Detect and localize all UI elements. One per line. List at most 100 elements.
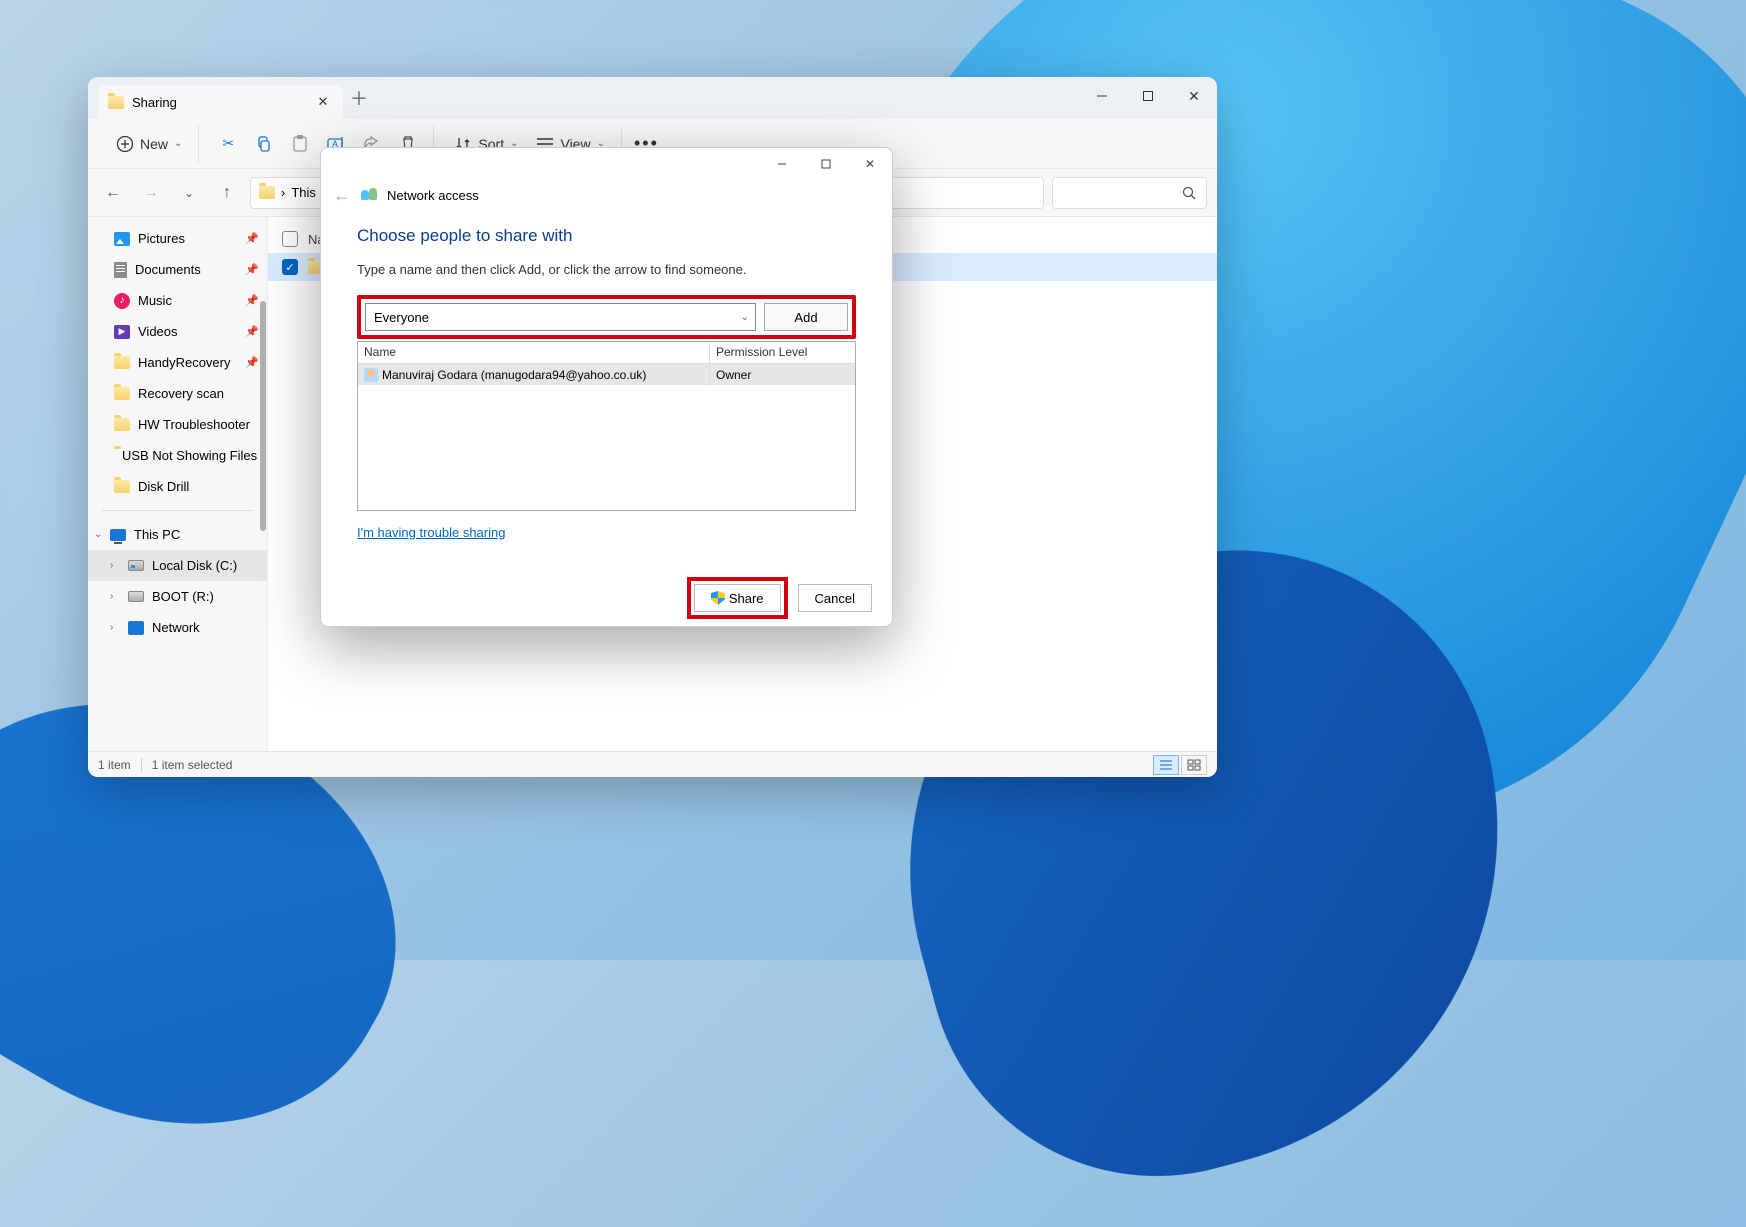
add-button[interactable]: Add [764,303,848,331]
close-tab-button[interactable]: ✕ [313,94,333,110]
column-header-name[interactable]: Name [358,342,710,363]
scrollbar-thumb[interactable] [260,301,266,531]
search-icon [1182,186,1196,200]
dialog-minimize-button[interactable] [760,149,804,179]
paste-button[interactable] [283,127,317,161]
network-icon [128,621,144,635]
sidebar-item-pictures[interactable]: Pictures 📌 [88,223,267,254]
maximize-button[interactable] [1125,77,1171,115]
sidebar-label: HandyRecovery [138,355,231,370]
this-pc-icon [110,529,126,541]
sidebar-label: Disk Drill [138,479,189,494]
sidebar-item-local-disk[interactable]: › Local Disk (C:) [88,550,267,581]
folder-icon [114,480,130,493]
item-count: 1 item [98,758,131,772]
sidebar-scrollbar[interactable] [259,221,267,747]
sidebar-label: HW Troubleshooter [138,417,250,432]
chevron-down-icon: ⌄ [174,138,182,149]
sidebar-item-music[interactable]: ♪Music📌 [88,285,267,316]
dialog-back-button[interactable]: ← [333,185,351,206]
selected-count: 1 item selected [152,758,233,772]
back-button[interactable]: ← [98,178,128,208]
folder-icon [114,418,130,431]
music-icon: ♪ [114,293,130,309]
sidebar-label: Videos [138,324,178,339]
sidebar-label: This PC [134,527,180,542]
sidebar-label: Pictures [138,231,185,246]
sidebar-item-usb-not-showing[interactable]: USB Not Showing Files [88,440,267,471]
dialog-footer: Share Cancel [321,570,892,626]
navigation-pane: Pictures 📌 Documents📌 ♪Music📌 ▶Videos📌 Ha… [88,217,268,751]
dialog-close-button[interactable]: ✕ [848,149,892,179]
share-label: Share [729,591,764,606]
up-button[interactable]: ↑ [212,178,242,208]
new-label: New [140,136,168,152]
folder-icon [108,96,124,109]
cut-button[interactable]: ✂ [211,127,245,161]
sidebar-item-documents[interactable]: Documents📌 [88,254,267,285]
copy-button[interactable] [247,127,281,161]
sidebar-item-hw-troubleshooter[interactable]: HW Troubleshooter [88,409,267,440]
forward-button[interactable]: → [136,178,166,208]
shield-icon [711,591,725,605]
pin-icon: 📌 [245,294,259,307]
minimize-button[interactable] [1079,77,1125,115]
people-combobox[interactable]: Everyone ⌄ [365,303,756,331]
copy-icon [255,135,273,153]
pin-icon: 📌 [245,263,259,276]
close-button[interactable]: ✕ [1171,77,1217,115]
column-header-permission[interactable]: Permission Level [710,342,855,363]
chevron-down-icon[interactable]: ⌄ [94,529,102,540]
pin-icon: 📌 [245,232,259,245]
documents-icon [114,262,127,278]
pictures-icon [114,232,130,246]
chevron-right-icon[interactable]: › [110,560,113,571]
chevron-right-icon[interactable]: › [110,591,113,602]
dialog-heading: Choose people to share with [357,226,856,246]
details-view-button[interactable] [1153,755,1179,775]
table-row[interactable]: Manuviraj Godara (manugodara94@yahoo.co.… [358,364,855,385]
sidebar-label: BOOT (R:) [152,589,214,604]
tab-title: Sharing [132,95,177,110]
recent-dropdown[interactable]: ⌄ [174,178,204,208]
people-icon [361,188,377,202]
row-permission: Owner [710,364,855,385]
explorer-tab[interactable]: Sharing ✕ [98,85,343,119]
titlebar: Sharing ✕ ＋ ✕ [88,77,1217,119]
user-icon [364,368,378,382]
search-box[interactable] [1052,177,1207,209]
highlight-share-button: Share [687,577,788,619]
select-all-checkbox[interactable] [282,231,298,247]
dialog-maximize-button[interactable] [804,149,848,179]
highlight-add-row: Everyone ⌄ Add [357,295,856,339]
sidebar-item-network[interactable]: ›Network [88,612,267,643]
chevron-down-icon[interactable]: ⌄ [741,312,749,323]
table-header: Name Permission Level [358,342,855,364]
sidebar-item-videos[interactable]: ▶Videos📌 [88,316,267,347]
thumbnails-view-button[interactable] [1181,755,1207,775]
new-tab-button[interactable]: ＋ [343,85,375,111]
combobox-value: Everyone [374,310,429,325]
window-controls: ✕ [1079,77,1217,115]
share-button[interactable]: Share [694,584,781,612]
sidebar-item-recovery-scan[interactable]: Recovery scan [88,378,267,409]
chevron-right-icon[interactable]: › [110,622,113,633]
pin-icon: 📌 [245,356,259,369]
cancel-button[interactable]: Cancel [798,584,872,612]
sidebar-label: Local Disk (C:) [152,558,237,573]
sidebar-label: USB Not Showing Files [122,448,257,463]
sidebar-item-this-pc[interactable]: ⌄ This PC [88,519,267,550]
status-separator [141,758,142,772]
network-access-dialog: ✕ ← Network access Choose people to shar… [320,147,893,627]
sidebar-item-boot[interactable]: › BOOT (R:) [88,581,267,612]
plus-circle-icon [116,135,134,153]
new-button[interactable]: New ⌄ [108,127,190,161]
row-checkbox[interactable]: ✓ [282,259,298,275]
trouble-sharing-link[interactable]: I'm having trouble sharing [357,525,505,540]
dialog-content: Choose people to share with Type a name … [321,210,892,570]
dialog-nav: ← Network access [321,180,892,210]
folder-icon [114,387,130,400]
sidebar-item-handyrecovery[interactable]: HandyRecovery 📌 [88,347,267,378]
breadcrumb-sep: › [281,185,285,200]
sidebar-item-disk-drill[interactable]: Disk Drill [88,471,267,502]
